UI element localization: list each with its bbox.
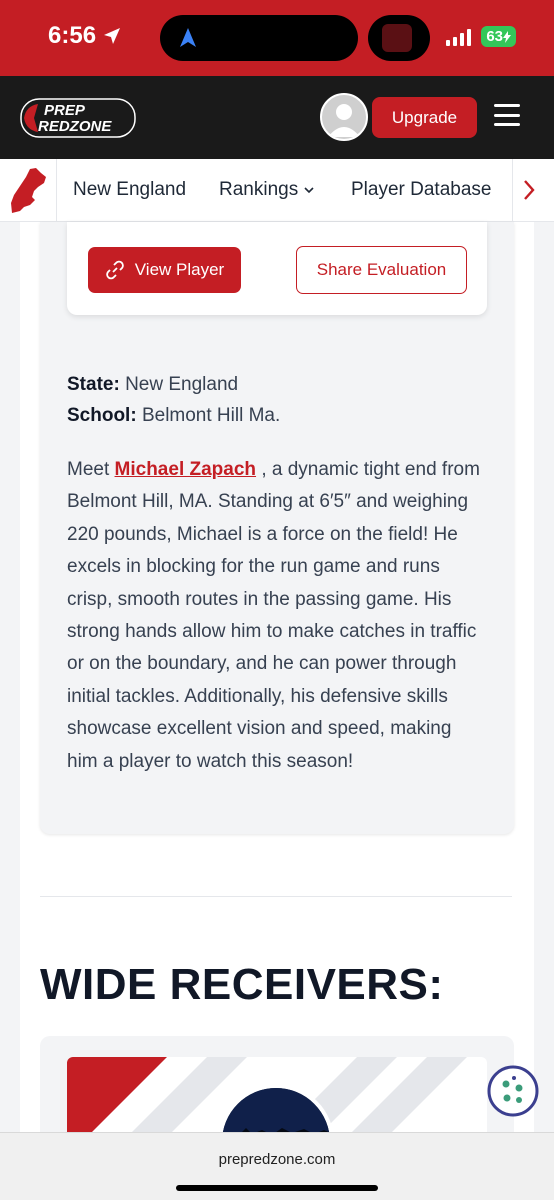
subnav-item-player-database[interactable]: Player Database — [351, 179, 491, 201]
navigation-arrow-icon — [180, 28, 196, 47]
player-name-link[interactable]: Michael Zapach — [115, 459, 257, 480]
status-time: 6:56 — [48, 22, 122, 50]
clock: 6:56 — [48, 22, 97, 49]
player-card[interactable] — [40, 1036, 514, 1132]
battery-level: 63 — [486, 28, 503, 45]
upgrade-button[interactable]: Upgrade — [372, 97, 477, 138]
home-indicator[interactable] — [176, 1185, 378, 1191]
link-icon — [105, 260, 124, 280]
cellular-signal-icon — [446, 28, 472, 46]
section-title: WIDE RECEIVERS: — [40, 960, 444, 1009]
logo-text-top: PREP — [44, 102, 86, 119]
battery-icon: 63 — [481, 26, 516, 47]
url-text: prepredzone.com — [218, 1151, 336, 1168]
main-content: View Player Share Evaluation State: New … — [20, 222, 534, 1132]
live-activity-icon — [368, 15, 430, 61]
hamburger-menu-icon[interactable] — [494, 104, 520, 126]
share-evaluation-button[interactable]: Share Evaluation — [296, 246, 467, 294]
charging-bolt-icon — [503, 30, 511, 43]
section-divider — [40, 896, 512, 897]
status-indicators: 63 — [446, 26, 516, 47]
status-bar: 6:56 63 — [0, 0, 554, 76]
subnav-item-new-england[interactable]: New England — [73, 179, 186, 201]
state-value: New England — [125, 374, 239, 395]
prep-redzone-logo[interactable]: PREP REDZONE — [20, 98, 136, 138]
player-meta: State: New England School: Belmont Hill … — [67, 369, 280, 431]
evaluation-card: View Player Share Evaluation State: New … — [40, 222, 514, 834]
site-header: PREP REDZONE Upgrade — [0, 76, 554, 159]
chevron-down-icon — [304, 187, 314, 194]
state-label: State: — [67, 374, 120, 395]
school-value: Belmont Hill Ma. — [141, 405, 281, 426]
evaluation-actions: View Player Share Evaluation — [67, 222, 487, 315]
evaluation-description: Meet Michael Zapach , a dynamic tight en… — [67, 459, 480, 772]
school-label: School: — [67, 405, 137, 426]
user-icon — [328, 104, 360, 137]
chevron-right-icon[interactable] — [522, 179, 536, 201]
location-arrow-icon — [104, 28, 121, 44]
view-player-button[interactable]: View Player — [88, 247, 241, 293]
logo-text-bottom: REDZONE — [38, 118, 112, 135]
cookie-settings-icon[interactable] — [486, 1064, 540, 1118]
browser-address-bar[interactable]: prepredzone.com — [0, 1132, 554, 1200]
dynamic-island — [160, 15, 358, 61]
subnav-item-rankings[interactable]: Rankings — [219, 179, 314, 201]
new-england-map-icon[interactable] — [8, 167, 48, 215]
avatar[interactable] — [320, 93, 368, 141]
region-subnav: New England Rankings Player Database — [0, 159, 554, 222]
